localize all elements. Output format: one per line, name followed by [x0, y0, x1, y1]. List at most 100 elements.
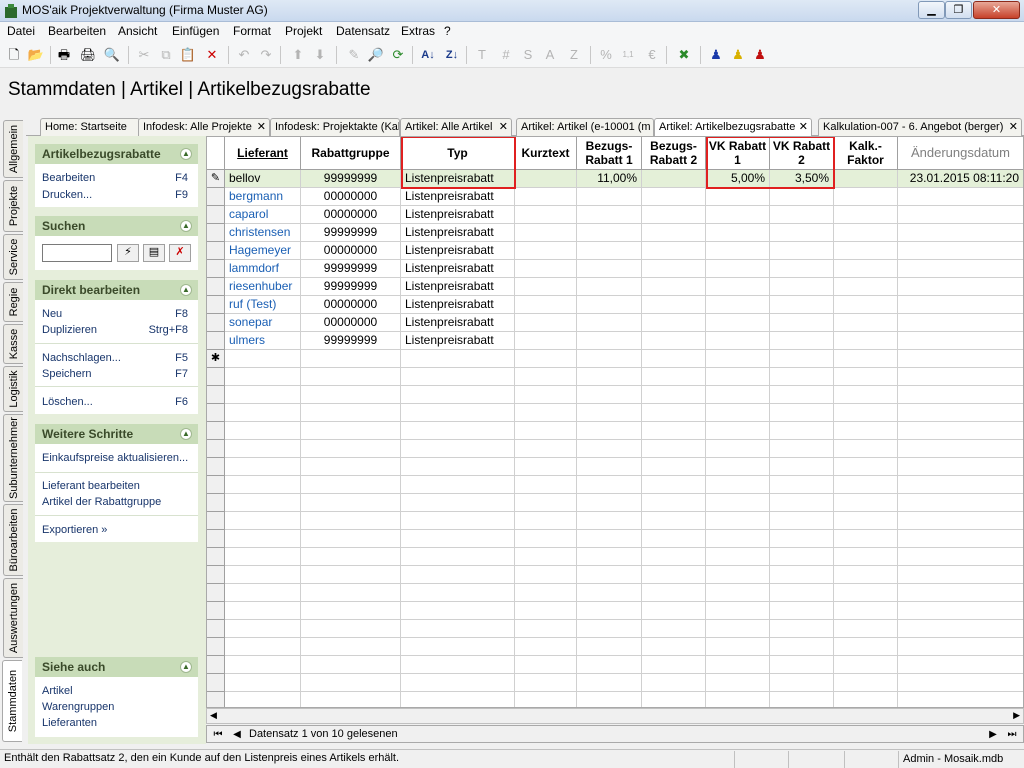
link-lieferanten[interactable]: Lieferanten [42, 717, 97, 729]
cell-bezugs-rabatt-1[interactable] [577, 188, 642, 206]
empty-cell[interactable] [898, 548, 1023, 566]
vtab-logistik[interactable]: Logistik [3, 366, 23, 412]
empty-cell[interactable] [706, 458, 770, 476]
copy-icon[interactable]: ⧉ [156, 45, 176, 65]
tab-artikelbezugsrabatte[interactable]: Artikel: Artikelbezugsrabatte ✕ [654, 118, 812, 136]
cell-rabattgruppe[interactable]: 00000000 [301, 242, 401, 260]
section-header[interactable]: Suchen ▲ [35, 216, 198, 236]
empty-cell[interactable] [401, 512, 515, 530]
row-selector[interactable] [207, 368, 225, 386]
empty-cell[interactable] [301, 620, 401, 638]
empty-cell[interactable] [401, 350, 515, 368]
cell-aenderungsdatum[interactable] [898, 296, 1023, 314]
cell-lieferant[interactable]: riesenhuber [225, 278, 301, 296]
menu-projekt[interactable]: Projekt [285, 24, 322, 38]
cell-vk-rabatt-1[interactable] [706, 206, 770, 224]
empty-cell[interactable] [225, 692, 301, 707]
section-header[interactable]: Artikelbezugsrabatte ▲ [35, 144, 198, 164]
empty-cell[interactable] [515, 494, 577, 512]
close-tab-icon[interactable]: ✕ [257, 119, 266, 135]
cell-vk-rabatt-2[interactable] [770, 206, 834, 224]
cell-aenderungsdatum[interactable] [898, 242, 1023, 260]
vtab-stammdaten[interactable]: Stammdaten [2, 660, 22, 742]
clear-filter-icon[interactable]: ✗ [169, 244, 191, 262]
cell-vk-rabatt-2[interactable] [770, 332, 834, 350]
empty-cell[interactable] [706, 404, 770, 422]
empty-cell[interactable] [577, 548, 642, 566]
empty-cell[interactable] [834, 656, 898, 674]
empty-cell[interactable] [401, 638, 515, 656]
empty-cell[interactable] [577, 584, 642, 602]
empty-cell[interactable] [515, 584, 577, 602]
empty-cell[interactable] [515, 386, 577, 404]
cell-typ[interactable]: Listenpreisrabatt [401, 260, 515, 278]
cell-bezugs-rabatt-1[interactable] [577, 296, 642, 314]
empty-cell[interactable] [834, 422, 898, 440]
empty-cell[interactable] [225, 422, 301, 440]
empty-cell[interactable] [577, 638, 642, 656]
empty-cell[interactable] [515, 674, 577, 692]
empty-cell[interactable] [770, 584, 834, 602]
empty-cell[interactable] [706, 440, 770, 458]
menu-einfuegen[interactable]: Einfügen [172, 24, 219, 38]
empty-cell[interactable] [770, 548, 834, 566]
cell-typ[interactable]: Listenpreisrabatt [401, 278, 515, 296]
link-artikel-der-rabattgruppe[interactable]: Artikel der Rabattgruppe [42, 496, 161, 508]
empty-cell[interactable] [401, 566, 515, 584]
cell-lieferant[interactable]: caparol [225, 206, 301, 224]
percent-icon[interactable]: % [596, 45, 616, 65]
move-up-icon[interactable]: ⬆ [288, 45, 308, 65]
vtab-service[interactable]: Service [3, 234, 23, 280]
empty-cell[interactable] [515, 638, 577, 656]
empty-cell[interactable] [706, 656, 770, 674]
tab-home-startseite[interactable]: Home: Startseite [40, 118, 140, 136]
empty-cell[interactable] [706, 638, 770, 656]
decimal-icon[interactable]: 1,1 [618, 45, 638, 65]
cell-typ[interactable]: Listenpreisrabatt [401, 242, 515, 260]
empty-cell[interactable] [515, 404, 577, 422]
cell-vk-rabatt-2[interactable] [770, 188, 834, 206]
new-row-icon[interactable]: ✱ [207, 350, 225, 368]
empty-cell[interactable] [898, 566, 1023, 584]
print-icon[interactable]: 🖶 [54, 45, 74, 65]
cell-bezugs-rabatt-1[interactable] [577, 224, 642, 242]
empty-cell[interactable] [577, 530, 642, 548]
empty-cell[interactable] [770, 404, 834, 422]
first-record-icon[interactable]: ⏮ [210, 727, 226, 742]
empty-cell[interactable] [834, 494, 898, 512]
empty-cell[interactable] [577, 656, 642, 674]
cell-vk-rabatt-2[interactable] [770, 242, 834, 260]
link-einkaufspreise-aktualisieren[interactable]: Einkaufspreise aktualisieren... [42, 452, 188, 464]
empty-cell[interactable] [706, 476, 770, 494]
pencil-icon[interactable]: ✎ [207, 170, 225, 188]
empty-cell[interactable] [577, 620, 642, 638]
empty-cell[interactable] [706, 602, 770, 620]
empty-cell[interactable] [301, 440, 401, 458]
empty-cell[interactable] [401, 476, 515, 494]
row-selector[interactable] [207, 260, 225, 278]
cell-kalk-faktor[interactable] [834, 206, 898, 224]
empty-cell[interactable] [898, 458, 1023, 476]
cell-typ[interactable]: Listenpreisrabatt [401, 188, 515, 206]
empty-cell[interactable] [834, 440, 898, 458]
cell-kurztext[interactable] [515, 224, 577, 242]
empty-cell[interactable] [706, 512, 770, 530]
cell-bezugs-rabatt-2[interactable] [642, 314, 706, 332]
empty-cell[interactable] [301, 368, 401, 386]
link-lieferant-bearbeiten[interactable]: Lieferant bearbeiten [42, 480, 140, 492]
empty-cell[interactable] [770, 422, 834, 440]
sort-ascending-icon[interactable]: A↓ [418, 45, 438, 65]
vtab-subunternehmer[interactable]: Subunternehmer [3, 414, 23, 502]
empty-cell[interactable] [834, 620, 898, 638]
empty-cell[interactable] [225, 530, 301, 548]
redo-icon[interactable]: ↷ [256, 45, 276, 65]
cell-kalk-faktor[interactable] [834, 314, 898, 332]
next-record-icon[interactable]: ▶ [985, 727, 1001, 742]
cell-typ[interactable]: Listenpreisrabatt [401, 224, 515, 242]
empty-cell[interactable] [301, 458, 401, 476]
section-header[interactable]: Direkt bearbeiten ▲ [35, 280, 198, 300]
empty-cell[interactable] [301, 350, 401, 368]
prev-record-icon[interactable]: ◀ [229, 727, 245, 742]
row-selector[interactable] [207, 440, 225, 458]
cell-aenderungsdatum[interactable]: 23.01.2015 08:11:20 [898, 170, 1023, 188]
